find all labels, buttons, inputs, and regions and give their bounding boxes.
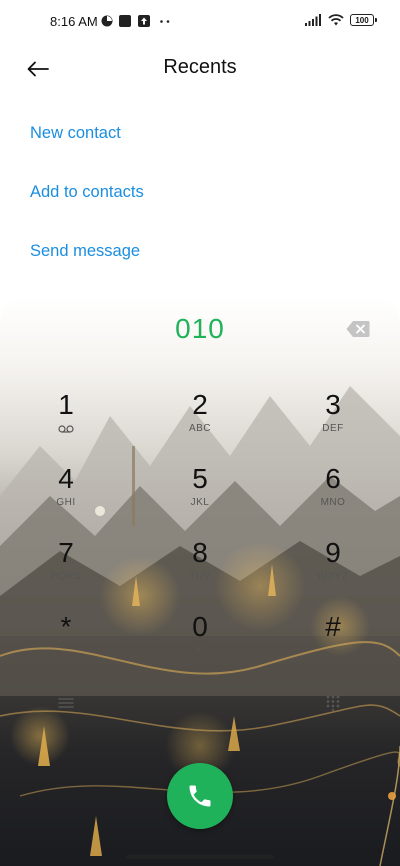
key-letters: JKL (190, 497, 210, 508)
phone-icon (189, 785, 211, 807)
key-digit: 2 (192, 389, 208, 420)
home-indicator[interactable] (126, 855, 274, 859)
menu-button[interactable] (46, 688, 86, 718)
key-digit: * (60, 611, 72, 642)
key-digit: 7 (58, 537, 74, 568)
more-dots-icon (160, 20, 170, 23)
key-7[interactable]: 7 PQRS (6, 538, 126, 608)
key-letters: GHI (56, 497, 76, 508)
notification-square-icon (119, 15, 131, 27)
key-digit: 3 (325, 389, 341, 420)
key-3[interactable]: 3 DEF (273, 390, 393, 460)
key-hash[interactable]: # (273, 612, 393, 682)
dialpad-grid-icon (326, 695, 340, 711)
status-time: 8:16 AM (50, 14, 98, 29)
backspace-icon[interactable] (346, 320, 370, 338)
key-letters: PQRS (50, 571, 82, 582)
key-digit: 8 (192, 537, 208, 568)
key-letters: MNO (320, 497, 346, 508)
key-letters: DEF (322, 423, 344, 434)
key-letters: WXYZ (317, 571, 349, 582)
dialpad-panel: 010 1 2 ABC 3 DEF 4 GHI 5 JKL 6 MNO 7 PQ… (0, 296, 400, 866)
key-6[interactable]: 6 MNO (273, 464, 393, 534)
header: Recents (0, 44, 400, 94)
key-digit: 6 (325, 463, 341, 494)
menu-icon (58, 698, 74, 708)
voicemail-icon (58, 425, 74, 433)
key-digit: 9 (325, 537, 341, 568)
key-digit: 1 (58, 389, 74, 420)
key-digit: 5 (192, 463, 208, 494)
key-letters: ABC (188, 423, 212, 434)
page-title: Recents (163, 56, 237, 78)
wifi-icon (328, 14, 344, 26)
key-8[interactable]: 8 TUV (140, 538, 260, 608)
key-digit: 4 (58, 463, 74, 494)
key-9[interactable]: 9 WXYZ (273, 538, 393, 608)
battery-level: 100 (355, 15, 369, 25)
alarm-icon (101, 15, 113, 27)
battery-icon: 100 (350, 14, 377, 26)
key-5[interactable]: 5 JKL (140, 464, 260, 534)
new-contact-link[interactable]: New contact (30, 124, 121, 143)
key-letters: TUV (189, 571, 211, 582)
status-right-group: 100 (305, 14, 377, 26)
key-star[interactable]: * (6, 612, 126, 682)
key-0[interactable]: 0 + (140, 612, 260, 682)
add-to-contacts-link[interactable]: Add to contacts (30, 183, 144, 202)
key-digit: # (325, 611, 341, 642)
upload-icon (138, 15, 150, 27)
dialed-number[interactable]: 010 (0, 313, 400, 345)
call-button[interactable] (167, 763, 233, 829)
signal-icon (305, 14, 321, 26)
key-2[interactable]: 2 ABC (140, 390, 260, 460)
key-4[interactable]: 4 GHI (6, 464, 126, 534)
send-message-link[interactable]: Send message (30, 242, 140, 261)
dialpad-toggle-button[interactable] (313, 688, 353, 718)
key-digit: 0 (192, 611, 208, 642)
key-letters: + (196, 645, 204, 656)
status-bar: 8:16 AM 100 (0, 0, 400, 44)
key-1[interactable]: 1 (6, 390, 126, 460)
number-display: 010 (0, 296, 400, 366)
